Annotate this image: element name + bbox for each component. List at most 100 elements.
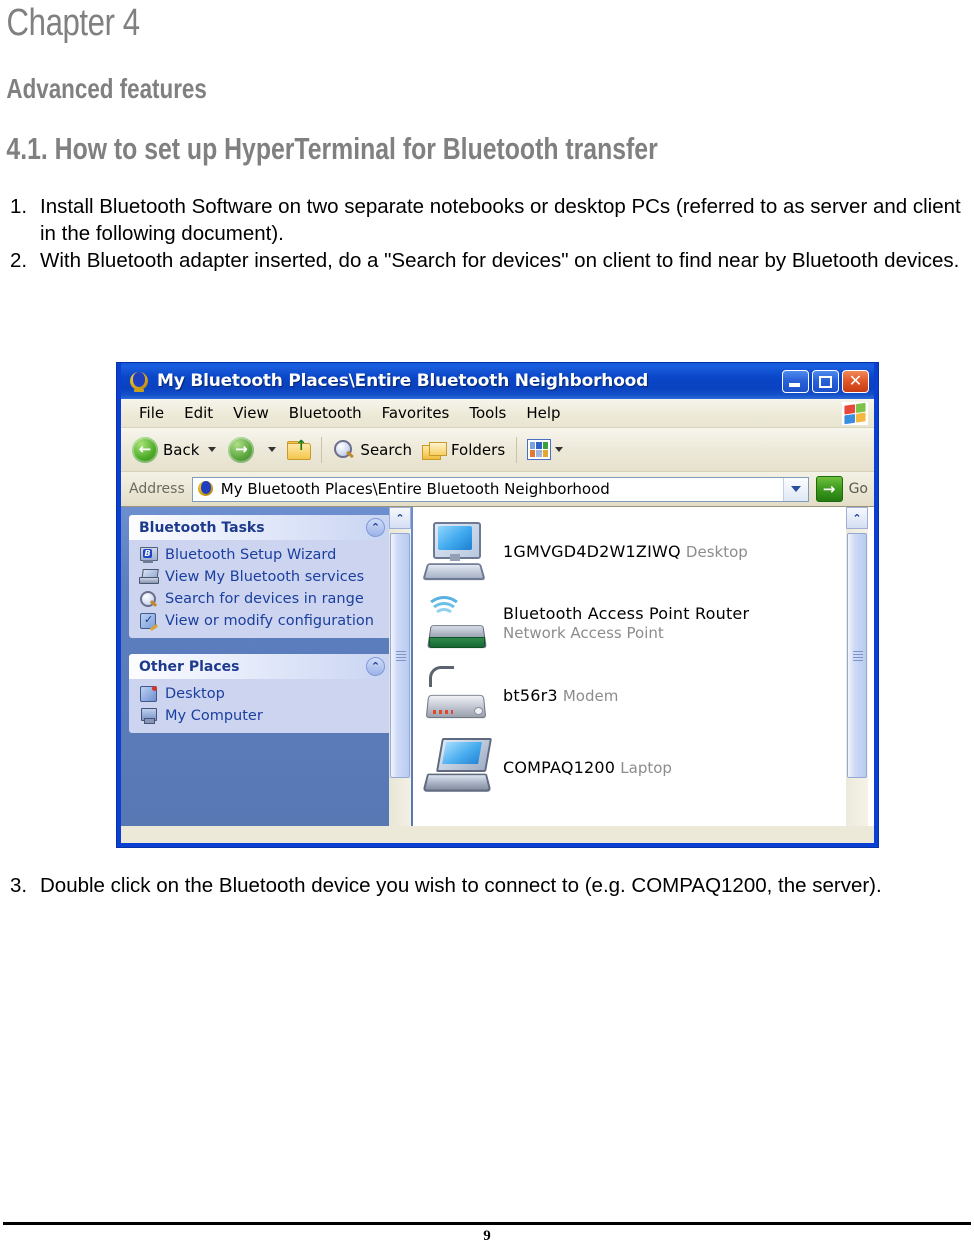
- collapse-chevron-icon[interactable]: ⌃: [366, 518, 385, 537]
- menu-item-bluetooth[interactable]: Bluetooth: [279, 402, 372, 424]
- laptop-icon: [139, 568, 159, 586]
- close-button[interactable]: ✕: [842, 369, 869, 393]
- magnifier-icon: [333, 439, 355, 461]
- back-button[interactable]: ← Back: [127, 435, 204, 465]
- sidebar-item-label: Desktop: [165, 686, 225, 702]
- sidebar-item-label: My Computer: [165, 708, 263, 724]
- step-number: 2.: [10, 249, 28, 272]
- page-number: 9: [483, 1228, 491, 1244]
- sidebar-item-label: View or modify configuration: [165, 613, 374, 629]
- scrollbar-thumb[interactable]: [390, 533, 410, 778]
- task-sidebar: Bluetooth Tasks ⌃ B Bluetooth Setup Wiza…: [121, 507, 413, 826]
- device-type: Network Access Point: [503, 624, 664, 642]
- panel-body: B Bluetooth Setup Wizard View My Bluetoo…: [129, 540, 391, 638]
- menu-bar: File Edit View Bluetooth Favorites Tools…: [121, 399, 874, 428]
- device-type: Modem: [562, 686, 619, 705]
- minimize-button[interactable]: [782, 369, 809, 393]
- menu-item-edit[interactable]: Edit: [174, 402, 223, 424]
- address-input[interactable]: My Bluetooth Places\Entire Bluetooth Nei…: [191, 476, 809, 502]
- list-item: 2. With Bluetooth adapter inserted, do a…: [0, 247, 974, 274]
- list-item[interactable]: Bluetooth Access Point Router Network Ac…: [423, 587, 874, 659]
- scrollbar-thumb[interactable]: [847, 533, 867, 778]
- back-dropdown-caret-icon[interactable]: [208, 447, 217, 452]
- content-scrollbar[interactable]: ⌃: [846, 507, 868, 826]
- toolbar-separator: [321, 436, 323, 463]
- footer-divider: [3, 1222, 971, 1225]
- panel-title: Bluetooth Tasks: [139, 519, 265, 536]
- my-computer-icon: [139, 707, 158, 725]
- forward-dropdown-caret-icon[interactable]: [268, 447, 277, 452]
- desktop-icon: [139, 685, 158, 703]
- panel-header[interactable]: Bluetooth Tasks ⌃: [129, 515, 391, 540]
- forward-button[interactable]: →: [223, 435, 264, 465]
- toolbar: ← Back → ↑ Search Folders: [121, 428, 874, 472]
- maximize-button[interactable]: [812, 369, 839, 393]
- back-arrow-icon: ←: [132, 436, 158, 463]
- embedded-screenshot-explorer-window: My Bluetooth Places\Entire Bluetooth Nei…: [116, 362, 879, 848]
- scroll-up-arrow-icon[interactable]: ⌃: [389, 507, 411, 529]
- search-label: Search: [360, 440, 412, 459]
- address-value: My Bluetooth Places\Entire Bluetooth Nei…: [220, 480, 610, 498]
- panel-header[interactable]: Other Places ⌃: [129, 654, 391, 679]
- list-item[interactable]: COMPAQ1200 Laptop: [422, 731, 874, 803]
- panel-other-places: Other Places ⌃ Desktop My Computer: [129, 654, 391, 733]
- device-text: 1GMVGD4D2W1ZIWQ Desktop: [503, 542, 748, 561]
- step-number: 1.: [10, 195, 28, 218]
- bluetooth-wizard-icon: B: [139, 546, 158, 564]
- menu-item-tools[interactable]: Tools: [459, 402, 516, 424]
- steps-list-after-wrap: 3. Double click on the Bluetooth device …: [0, 872, 974, 899]
- up-folder-icon[interactable]: ↑: [287, 439, 312, 460]
- sidebar-scrollbar[interactable]: ⌃: [389, 507, 411, 826]
- scroll-up-arrow-icon[interactable]: ⌃: [846, 507, 868, 529]
- sidebar-item-view-my-bluetooth-services[interactable]: View My Bluetooth services: [139, 568, 385, 586]
- window-title: My Bluetooth Places\Entire Bluetooth Nei…: [157, 371, 649, 391]
- panel-bluetooth-tasks: Bluetooth Tasks ⌃ B Bluetooth Setup Wiza…: [129, 515, 391, 638]
- chapter-title: Chapter 4: [6, 2, 141, 44]
- sidebar-item-search-for-devices-in-range[interactable]: Search for devices in range: [139, 590, 385, 608]
- sidebar-item-my-computer[interactable]: My Computer: [139, 707, 385, 725]
- folders-icon: [421, 440, 447, 460]
- windows-flag-icon: [842, 402, 868, 425]
- back-label: Back: [163, 440, 200, 459]
- panel-body: Desktop My Computer: [129, 679, 391, 733]
- device-name: COMPAQ1200: [503, 757, 616, 777]
- sidebar-item-view-or-modify-configuration[interactable]: ✓ View or modify configuration: [139, 612, 385, 632]
- go-button[interactable]: → Go: [815, 476, 868, 502]
- device-name: Bluetooth Access Point Router: [503, 604, 750, 623]
- sidebar-item-desktop[interactable]: Desktop: [139, 685, 385, 703]
- search-button[interactable]: Search: [328, 437, 417, 463]
- step-text: Double click on the Bluetooth device you…: [40, 874, 882, 897]
- sidebar-item-bluetooth-setup-wizard[interactable]: B Bluetooth Setup Wizard: [139, 546, 385, 564]
- device-text: bt56r3 Modem: [503, 686, 618, 705]
- document-page: Chapter 4 Advanced features 4.1. How to …: [0, 0, 974, 274]
- list-item: 1. Install Bluetooth Software on two sep…: [0, 193, 974, 247]
- panel-title: Other Places: [139, 658, 240, 675]
- section-heading: Advanced features: [6, 73, 207, 104]
- address-bar: Address My Bluetooth Places\Entire Bluet…: [121, 472, 874, 507]
- views-icon[interactable]: [527, 439, 552, 460]
- device-name: 1GMVGD4D2W1ZIWQ: [503, 541, 681, 561]
- menu-item-help[interactable]: Help: [516, 402, 570, 424]
- go-label: Go: [848, 481, 868, 497]
- collapse-chevron-icon[interactable]: ⌃: [366, 657, 385, 676]
- bluetooth-globe-icon: [197, 480, 215, 498]
- sidebar-item-label: Search for devices in range: [165, 591, 364, 607]
- device-list: 1GMVGD4D2W1ZIWQ Desktop Bluetooth Access…: [413, 507, 874, 826]
- views-dropdown-caret-icon[interactable]: [555, 447, 564, 452]
- menu-item-file[interactable]: File: [129, 402, 174, 424]
- list-item: 3. Double click on the Bluetooth device …: [0, 872, 974, 899]
- toolbar-separator: [516, 436, 518, 463]
- device-text: Bluetooth Access Point Router Network Ac…: [503, 604, 874, 642]
- menu-item-favorites[interactable]: Favorites: [372, 402, 460, 424]
- bluetooth-globe-icon: [128, 370, 150, 392]
- list-item[interactable]: 1GMVGD4D2W1ZIWQ Desktop: [422, 515, 874, 587]
- modem-icon: [423, 664, 493, 726]
- step-text: Install Bluetooth Software on two separa…: [40, 195, 961, 245]
- folders-button[interactable]: Folders: [417, 438, 510, 462]
- list-item[interactable]: bt56r3 Modem: [423, 659, 874, 731]
- chevron-down-icon[interactable]: [782, 477, 808, 501]
- window-controls: ✕: [782, 369, 871, 393]
- step-number: 3.: [10, 874, 28, 897]
- menu-item-view[interactable]: View: [223, 402, 279, 424]
- device-text: COMPAQ1200 Laptop: [503, 758, 672, 777]
